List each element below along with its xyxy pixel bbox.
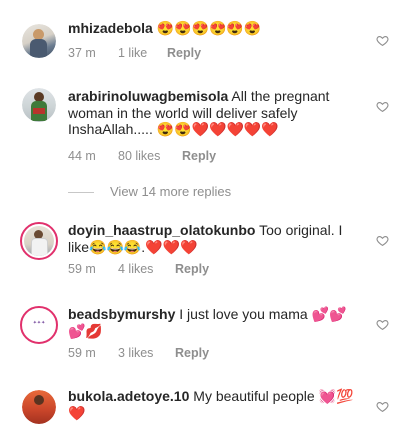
comment-likes[interactable]: 80 likes — [118, 149, 182, 163]
comment-meta: 44 m 80 likes Reply — [68, 149, 216, 163]
heart-outline-icon[interactable] — [376, 400, 389, 413]
avatar[interactable] — [20, 222, 58, 260]
divider-line — [68, 192, 94, 194]
comment-text: mhizadebola 😍😍😍😍😍😍 — [68, 20, 360, 37]
comment-username[interactable]: arabirinoluwagbemisola — [68, 88, 228, 104]
heart-outline-icon[interactable] — [376, 34, 389, 47]
comment-time: 44 m — [68, 149, 96, 163]
comment-username[interactable]: doyin_haastrup_olatokunbo — [68, 222, 255, 238]
heart-outline-icon[interactable] — [376, 100, 389, 113]
comment-likes[interactable]: 3 likes — [118, 346, 175, 360]
comment-username[interactable]: bukola.adetoye.10 — [68, 388, 189, 404]
comment-text: beadsbymurshy I just love you mama 💕💕💕💋 — [68, 306, 360, 339]
view-more-replies[interactable]: View 14 more replies — [68, 184, 231, 199]
heart-outline-icon[interactable] — [376, 234, 389, 247]
reply-button[interactable]: Reply — [182, 149, 216, 163]
comment-text: bukola.adetoye.10 My beautiful people 💓💯… — [68, 388, 360, 421]
avatar[interactable]: ✦✦✦ — [20, 306, 58, 344]
comment-meta: 59 m 4 likes Reply — [68, 262, 209, 276]
view-more-label[interactable]: View 14 more replies — [110, 184, 231, 199]
comment-text: doyin_haastrup_olatokunbo Too original. … — [68, 222, 360, 255]
comment-body: 😍😍😍😍😍😍 — [152, 20, 262, 36]
avatar[interactable] — [22, 390, 56, 424]
heart-outline-icon[interactable] — [376, 318, 389, 331]
comment-likes[interactable]: 1 like — [118, 46, 167, 60]
comment-time: 59 m — [68, 262, 96, 276]
comment-text: arabirinoluwagbemisola All the pregnant … — [68, 88, 360, 138]
comment-username[interactable]: beadsbymurshy — [68, 306, 175, 322]
avatar[interactable] — [22, 88, 56, 122]
reply-button[interactable]: Reply — [175, 346, 209, 360]
comment-username[interactable]: mhizadebola — [68, 20, 153, 36]
comment-meta: 59 m 3 likes Reply — [68, 346, 209, 360]
comment-time: 59 m — [68, 346, 96, 360]
reply-button[interactable]: Reply — [167, 46, 201, 60]
reply-button[interactable]: Reply — [175, 262, 209, 276]
comment-meta: 37 m 1 like Reply — [68, 46, 201, 60]
avatar[interactable] — [22, 24, 56, 58]
comment-likes[interactable]: 4 likes — [118, 262, 175, 276]
comment-time: 37 m — [68, 46, 96, 60]
